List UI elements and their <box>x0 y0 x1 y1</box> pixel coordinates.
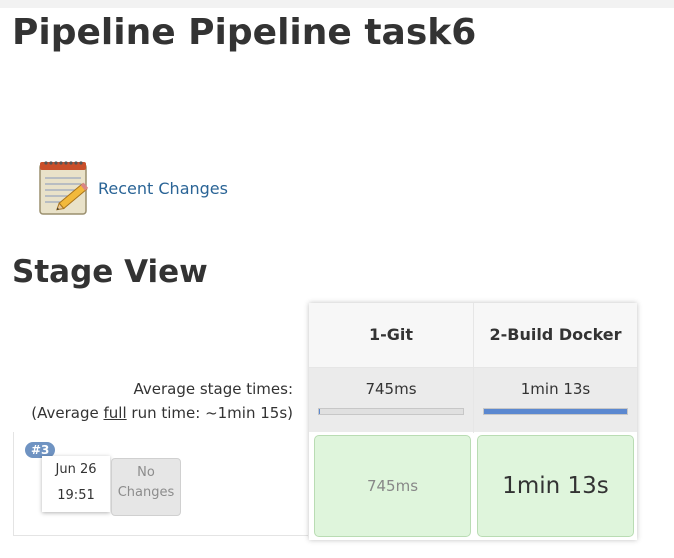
notepad-icon <box>39 161 89 215</box>
stage-avg-progress-fill-build-docker <box>484 409 627 414</box>
recent-changes[interactable]: Recent Changes <box>36 158 228 218</box>
changes-line-1: No <box>137 465 155 480</box>
stage-table: 1-Git 2-Build Docker 745ms 1min 13s 745m… <box>309 303 637 540</box>
stage-avg-time-git: 745ms <box>365 380 417 398</box>
no-changes-box: No Changes <box>111 458 181 516</box>
build-date-card[interactable]: Jun 26 19:51 <box>42 456 110 512</box>
stage-avg-progress-git <box>318 408 464 415</box>
build-time: 19:51 <box>57 488 95 503</box>
stage-avg-progress-build-docker <box>483 408 628 415</box>
avg-full-word: full <box>103 404 127 422</box>
build-row: #3 Jun 26 19:51 No Changes <box>13 432 308 536</box>
stage-header-build-docker: 2-Build Docker <box>474 303 637 368</box>
stage-cell-git[interactable]: 745ms <box>314 435 471 537</box>
average-full-run-time: (Average full run time: ~1min 15s) <box>31 404 293 422</box>
stage-avg-git: 745ms <box>309 368 473 432</box>
average-times-box: Average stage times: (Average full run t… <box>13 368 307 433</box>
recent-changes-link[interactable]: Recent Changes <box>98 179 228 198</box>
stage-avg-time-build-docker: 1min 13s <box>520 380 591 398</box>
stage-cell-build-docker[interactable]: 1min 13s <box>477 435 634 537</box>
stage-avg-progress-fill-git <box>319 409 321 414</box>
top-bar <box>0 0 674 8</box>
stage-avg-build-docker: 1min 13s <box>474 368 637 432</box>
stage-header-git: 1-Git <box>309 303 473 368</box>
average-stage-times-label: Average stage times: <box>133 380 293 398</box>
stage-view-left-panel: Average stage times: (Average full run t… <box>13 368 309 536</box>
build-date: Jun 26 <box>55 462 97 477</box>
avg-full-suffix: run time: ~1min 15s) <box>126 404 293 422</box>
avg-full-prefix: (Average <box>31 404 104 422</box>
stage-view-title: Stage View <box>12 254 208 290</box>
page-title: Pipeline Pipeline task6 <box>12 12 477 53</box>
changes-line-2: Changes <box>117 485 175 500</box>
